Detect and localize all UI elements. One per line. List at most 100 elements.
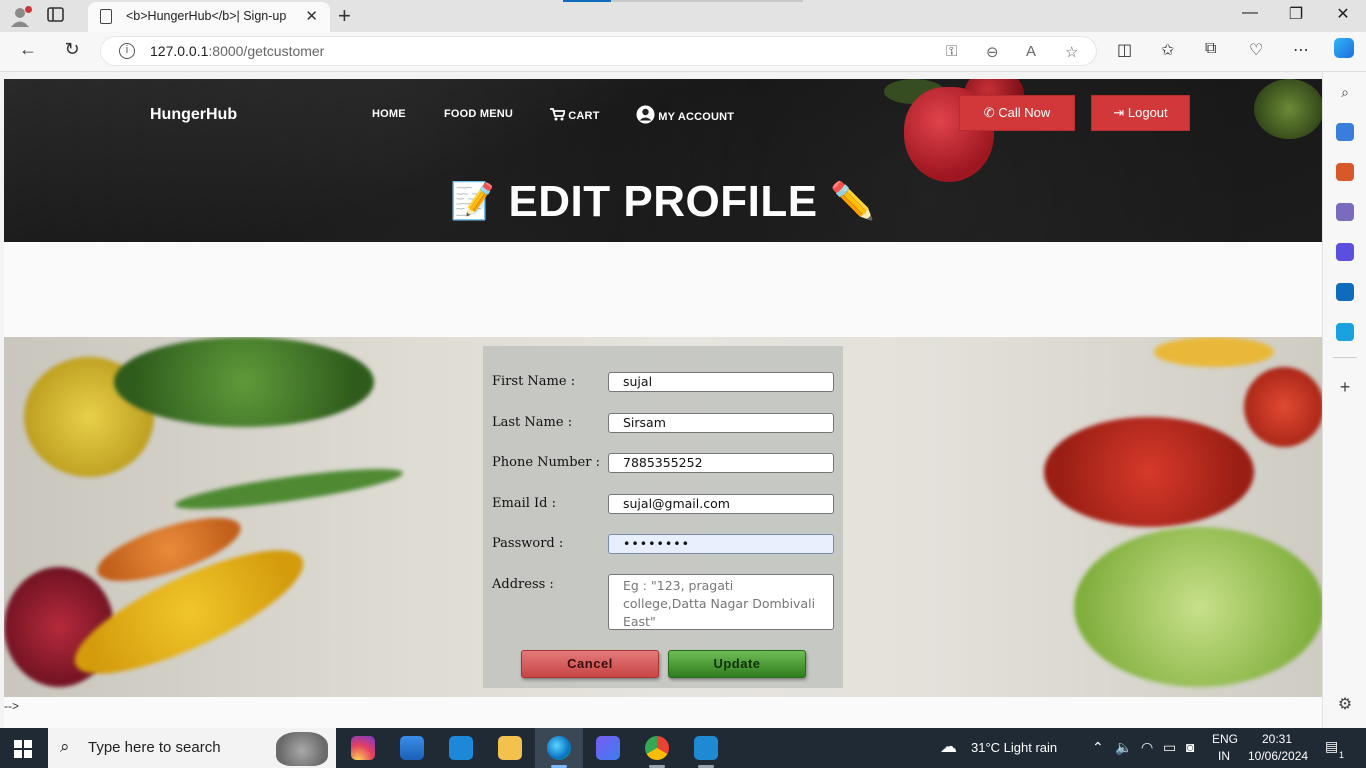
sidebar-add-icon[interactable]: + [1336,378,1354,396]
clock-time[interactable]: 20:31 [1262,732,1292,746]
window-close-button[interactable]: ✕ [1320,4,1366,24]
edge-sidebar: ⌕ + ⚙ [1322,72,1366,728]
memo-icon: 📝 [450,180,496,221]
nav-food-menu[interactable]: FOOD MENU [444,108,513,120]
browser-tab-active[interactable]: <b>HungerHub</b>| Sign-up ✕ [88,2,330,32]
profile-alert-dot [25,6,32,13]
cherry-tomatoes-decoration [1044,417,1254,527]
clock-date[interactable]: 10/06/2024 [1248,749,1308,763]
mail-icon[interactable] [449,736,473,760]
nav-my-account[interactable]: MY ACCOUNT [636,105,734,124]
zoom-out-icon[interactable]: ⊖ [986,43,999,61]
address-bar[interactable]: i 127.0.0.1:8000/getcustomer ⚿ ⊖ A ☆ [100,36,1097,66]
phone-field[interactable]: 7885355252 [608,453,834,473]
sidebar-games-icon[interactable] [1336,203,1354,221]
language-code[interactable]: ENG [1212,732,1238,746]
email-label: Email Id : [492,496,556,511]
sidebar-tools-icon[interactable] [1336,163,1354,181]
tray-chevron-icon[interactable]: ⌃ [1092,739,1104,756]
key-icon[interactable]: ⚿ [946,43,957,60]
url-path: :8000/getcustomer [208,43,325,59]
sidebar-send-icon[interactable] [1336,323,1354,341]
call-now-button[interactable]: ✆ Call Now [959,95,1075,131]
back-button[interactable]: ← [15,39,41,60]
battery-icon[interactable]: ▭ [1163,739,1176,756]
restore-button[interactable]: ❐ [1273,4,1319,24]
read-aloud-icon[interactable]: A [1026,43,1036,60]
last-name-field[interactable]: Sirsam [608,413,834,433]
vscode-icon[interactable] [694,736,718,760]
cabbage-decoration [1074,527,1322,687]
wifi-icon[interactable]: ◠ [1141,739,1153,756]
chrome-icon[interactable] [645,736,669,760]
refresh-button[interactable]: ↻ [59,39,85,60]
browser-essentials-icon[interactable]: ♡ [1249,40,1263,60]
collections-icon[interactable]: ⧉ [1205,40,1216,58]
weather-cloud-icon[interactable]: ☁ [940,737,957,757]
update-button[interactable]: Update [668,650,806,678]
tab-close-icon[interactable]: ✕ [305,7,318,25]
settings-more-icon[interactable]: ⋯ [1293,40,1309,60]
notification-center-icon[interactable]: ▤ [1325,738,1338,755]
tab-strip-indicator [563,0,611,2]
email-field[interactable]: sujal@gmail.com [608,494,834,514]
address-label: Address : [492,577,554,592]
url-text[interactable]: 127.0.0.1:8000/getcustomer [150,43,324,59]
sidebar-m365-icon[interactable] [1336,243,1354,261]
weather-text[interactable]: 31°C Light rain [971,740,1057,755]
password-field[interactable]: •••••••• [608,534,834,554]
edge-browser-icon[interactable] [547,736,571,760]
meet-now-icon[interactable]: ◙ [1186,739,1194,755]
taskbar-search-box[interactable]: ⌕ Type here to search [48,728,336,768]
hero-header: HungerHub HOME FOOD MENU CART MY ACCOUNT… [4,79,1322,242]
tab-strip-track [611,0,803,2]
vegetable-background-section: First Name : sujal Last Name : Sirsam Ph… [4,337,1322,697]
page-title: 📝 EDIT PROFILE ✏️ [4,177,1322,227]
web-page: HungerHub HOME FOOD MENU CART MY ACCOUNT… [4,79,1322,728]
search-icon: ⌕ [60,737,70,756]
nav-cart[interactable]: CART [550,108,600,122]
address-field[interactable]: Eg : "123, pragati college,Datta Nagar D… [608,574,834,630]
page-favicon-icon [100,9,112,24]
copilot-icon[interactable] [1334,38,1354,58]
sidebar-outlook-icon[interactable] [1336,283,1354,301]
browser-toolbar: ← ↻ i 127.0.0.1:8000/getcustomer ⚿ ⊖ A ☆… [0,32,1366,72]
url-host: 127.0.0.1 [150,43,209,59]
file-explorer-icon[interactable] [498,736,522,760]
site-brand[interactable]: HungerHub [150,106,237,124]
first-name-field[interactable]: sujal [608,372,834,392]
yellow-pepper-decoration [1154,337,1274,367]
logout-icon: ⇥ [1113,105,1125,120]
tab-title: <b>HungerHub</b>| Sign-up [126,9,287,23]
search-highlight-koala-icon [276,732,328,766]
logout-button[interactable]: ⇥ Logout [1091,95,1190,131]
edit-profile-form: First Name : sujal Last Name : Sirsam Ph… [483,346,843,688]
microsoft-store-icon[interactable] [400,736,424,760]
nav-cart-label: CART [568,110,600,122]
windows-start-icon[interactable] [14,740,32,758]
favorites-icon[interactable]: ✩ [1161,40,1174,60]
instagram-icon[interactable] [351,736,375,760]
copilot-app-icon[interactable] [596,736,620,760]
profile-icon[interactable] [8,4,34,28]
new-tab-icon[interactable]: + [338,3,351,29]
nav-home[interactable]: HOME [372,108,406,120]
split-screen-icon[interactable]: ◫ [1117,40,1132,60]
minimize-button[interactable]: — [1227,4,1273,22]
scallion-decoration [173,461,405,517]
language-region[interactable]: IN [1218,749,1230,763]
sidebar-settings-icon[interactable]: ⚙ [1336,696,1354,714]
site-info-icon[interactable]: i [119,43,135,59]
cancel-button[interactable]: Cancel [521,650,659,678]
password-label: Password : [492,536,564,551]
hero-leaf-decoration [1254,79,1322,139]
tab-actions-icon[interactable] [46,6,74,26]
page-footer-text: --> [4,699,19,713]
favorite-star-icon[interactable]: ☆ [1065,43,1078,61]
notification-count: 1 [1339,750,1345,760]
cart-icon [550,108,567,121]
sidebar-search-icon[interactable]: ⌕ [1336,83,1354,101]
volume-icon[interactable]: 🔈 [1115,739,1132,756]
sidebar-shopping-icon[interactable] [1336,123,1354,141]
last-name-label: Last Name : [492,415,573,430]
